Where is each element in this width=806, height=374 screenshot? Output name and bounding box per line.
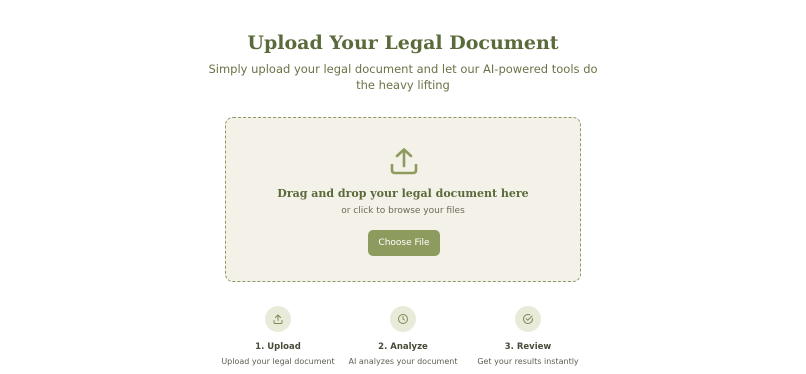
step-description: AI analyzes your document — [348, 357, 458, 366]
step-upload: 1. Upload Upload your legal document — [213, 306, 343, 367]
step-analyze: 2. Analyze AI analyzes your document — [338, 306, 468, 367]
upload-icon — [273, 314, 283, 324]
clock-icon — [398, 314, 408, 324]
step-description: Upload your legal document — [221, 357, 335, 366]
check-circle-icon — [523, 314, 533, 324]
step-icon-container — [390, 306, 416, 332]
upload-page: Upload Your Legal Document Simply upload… — [0, 0, 806, 374]
page-title: Upload Your Legal Document — [247, 32, 559, 54]
dropzone-subtitle: or click to browse your files — [341, 206, 465, 216]
page-subtitle: Simply upload your legal document and le… — [208, 62, 598, 92]
upload-icon — [390, 148, 418, 175]
dropzone-title: Drag and drop your legal document here — [277, 187, 529, 200]
step-review: 3. Review Get your results instantly — [463, 306, 593, 367]
step-icon-container — [515, 306, 541, 332]
step-icon-container — [265, 306, 291, 332]
step-title: 3. Review — [504, 342, 552, 352]
choose-file-button[interactable]: Choose File — [368, 230, 440, 256]
step-title: 1. Upload — [255, 342, 301, 352]
file-dropzone[interactable]: Drag and drop your legal document here o… — [225, 117, 581, 282]
step-description: Get your results instantly — [477, 357, 579, 366]
step-title: 2. Analyze — [378, 342, 428, 352]
